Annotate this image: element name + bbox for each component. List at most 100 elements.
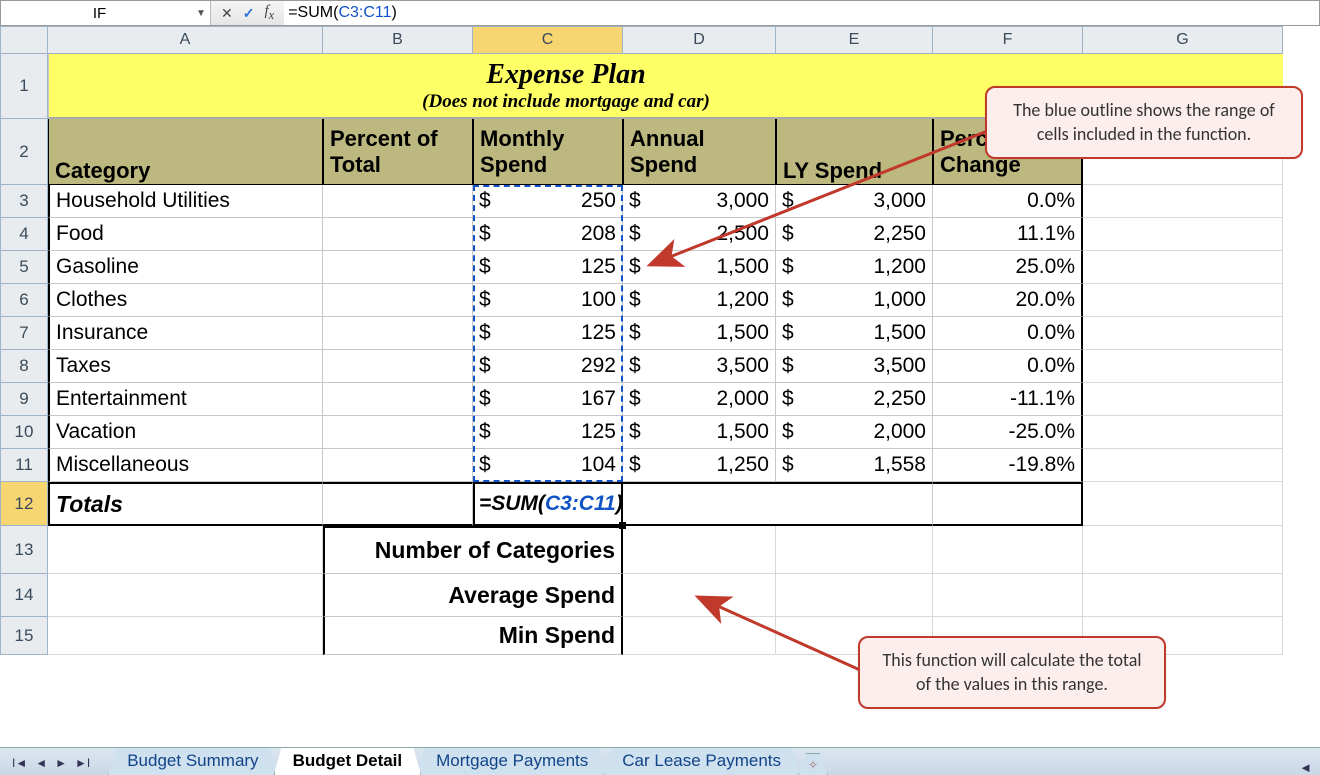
cell-F8[interactable]: 0.0%: [933, 350, 1083, 383]
cell-G12[interactable]: [1083, 482, 1283, 526]
cell-E10[interactable]: $2,000: [776, 416, 933, 449]
col-header-F[interactable]: F: [933, 26, 1083, 54]
col-header-G[interactable]: G: [1083, 26, 1283, 54]
insert-sheet-icon[interactable]: ✧: [798, 753, 828, 775]
cell-E12[interactable]: [776, 482, 933, 526]
tab-nav-first-icon[interactable]: I◄: [10, 754, 29, 772]
cell-G11[interactable]: [1083, 449, 1283, 482]
cell-F12[interactable]: [933, 482, 1083, 526]
row-header-4[interactable]: 4: [0, 218, 48, 251]
cell-G4[interactable]: [1083, 218, 1283, 251]
cell-G8[interactable]: [1083, 350, 1283, 383]
cell-category-7[interactable]: Insurance: [48, 317, 323, 350]
cell-G10[interactable]: [1083, 416, 1283, 449]
row-header-13[interactable]: 13: [0, 526, 48, 574]
cancel-icon[interactable]: ✕: [221, 5, 233, 22]
row-header-3[interactable]: 3: [0, 185, 48, 218]
cell-E14[interactable]: [776, 574, 933, 617]
cell-E13[interactable]: [776, 526, 933, 574]
cell-C10[interactable]: $125: [473, 416, 623, 449]
cell-D15[interactable]: [623, 617, 776, 655]
tab-nav-next-icon[interactable]: ►: [53, 754, 69, 772]
cell-D13[interactable]: [623, 526, 776, 574]
summary-label-13[interactable]: Number of Categories: [323, 526, 623, 574]
title-merged[interactable]: Expense Plan(Does not include mortgage a…: [48, 54, 1083, 119]
cell-F13[interactable]: [933, 526, 1083, 574]
cell-C5[interactable]: $125: [473, 251, 623, 284]
row-header-6[interactable]: 6: [0, 284, 48, 317]
name-box[interactable]: IF ▼: [1, 1, 211, 25]
cell-D5[interactable]: $1,500: [623, 251, 776, 284]
cell-E11[interactable]: $1,558: [776, 449, 933, 482]
cell-C6[interactable]: $100: [473, 284, 623, 317]
cell-B8[interactable]: [323, 350, 473, 383]
cell-B7[interactable]: [323, 317, 473, 350]
cell-A14[interactable]: [48, 574, 323, 617]
cell-G6[interactable]: [1083, 284, 1283, 317]
col-header-E[interactable]: E: [776, 26, 933, 54]
cell-A15[interactable]: [48, 617, 323, 655]
header-percent-total[interactable]: Percent ofTotal: [323, 119, 473, 185]
cell-C3[interactable]: $250: [473, 185, 623, 218]
cell-G7[interactable]: [1083, 317, 1283, 350]
cell-category-10[interactable]: Vacation: [48, 416, 323, 449]
cell-D4[interactable]: $2,500: [623, 218, 776, 251]
cell-C11[interactable]: $104: [473, 449, 623, 482]
cell-D3[interactable]: $3,000: [623, 185, 776, 218]
cell-F7[interactable]: 0.0%: [933, 317, 1083, 350]
cell-totals-label[interactable]: Totals: [48, 482, 323, 526]
row-header-15[interactable]: 15: [0, 617, 48, 655]
cell-G5[interactable]: [1083, 251, 1283, 284]
cell-D8[interactable]: $3,500: [623, 350, 776, 383]
sheet-tab-budget-detail[interactable]: Budget Detail: [274, 747, 422, 775]
cell-D9[interactable]: $2,000: [623, 383, 776, 416]
cell-B4[interactable]: [323, 218, 473, 251]
cell-category-8[interactable]: Taxes: [48, 350, 323, 383]
cell-F10[interactable]: -25.0%: [933, 416, 1083, 449]
tab-nav-prev-icon[interactable]: ◄: [33, 754, 49, 772]
row-header-14[interactable]: 14: [0, 574, 48, 617]
cell-G14[interactable]: [1083, 574, 1283, 617]
col-header-A[interactable]: A: [48, 26, 323, 54]
cell-category-5[interactable]: Gasoline: [48, 251, 323, 284]
row-header-8[interactable]: 8: [0, 350, 48, 383]
cell-C12-editing[interactable]: =SUM(C3:C11): [473, 482, 776, 526]
cell-F14[interactable]: [933, 574, 1083, 617]
cell-F6[interactable]: 20.0%: [933, 284, 1083, 317]
cell-G9[interactable]: [1083, 383, 1283, 416]
col-header-D[interactable]: D: [623, 26, 776, 54]
cell-B10[interactable]: [323, 416, 473, 449]
formula-input[interactable]: =SUM(C3:C11): [284, 1, 1319, 25]
header-ly-spend[interactable]: LY Spend: [776, 119, 933, 185]
row-header-5[interactable]: 5: [0, 251, 48, 284]
row-header-1[interactable]: 1: [0, 54, 48, 119]
cell-E6[interactable]: $1,000: [776, 284, 933, 317]
hscroll-left-icon[interactable]: ◄: [1299, 760, 1320, 775]
col-header-C[interactable]: C: [473, 26, 623, 54]
header-category[interactable]: Category: [48, 119, 323, 185]
cell-G3[interactable]: [1083, 185, 1283, 218]
cell-B6[interactable]: [323, 284, 473, 317]
enter-icon[interactable]: ✓: [243, 5, 255, 22]
cell-category-4[interactable]: Food: [48, 218, 323, 251]
cell-C7[interactable]: $125: [473, 317, 623, 350]
cell-E9[interactable]: $2,250: [776, 383, 933, 416]
cell-category-11[interactable]: Miscellaneous: [48, 449, 323, 482]
header-monthly-spend[interactable]: MonthlySpend: [473, 119, 623, 185]
row-header-11[interactable]: 11: [0, 449, 48, 482]
row-header-9[interactable]: 9: [0, 383, 48, 416]
cell-B5[interactable]: [323, 251, 473, 284]
cell-category-3[interactable]: Household Utilities: [48, 185, 323, 218]
summary-label-14[interactable]: Average Spend: [323, 574, 623, 617]
cell-C8[interactable]: $292: [473, 350, 623, 383]
cell-F5[interactable]: 25.0%: [933, 251, 1083, 284]
cell-E4[interactable]: $2,250: [776, 218, 933, 251]
cell-B3[interactable]: [323, 185, 473, 218]
cell-F4[interactable]: 11.1%: [933, 218, 1083, 251]
cell-D14[interactable]: [623, 574, 776, 617]
cell-D11[interactable]: $1,250: [623, 449, 776, 482]
name-box-dropdown-icon[interactable]: ▼: [192, 8, 210, 19]
cell-E7[interactable]: $1,500: [776, 317, 933, 350]
col-header-B[interactable]: B: [323, 26, 473, 54]
cell-F11[interactable]: -19.8%: [933, 449, 1083, 482]
